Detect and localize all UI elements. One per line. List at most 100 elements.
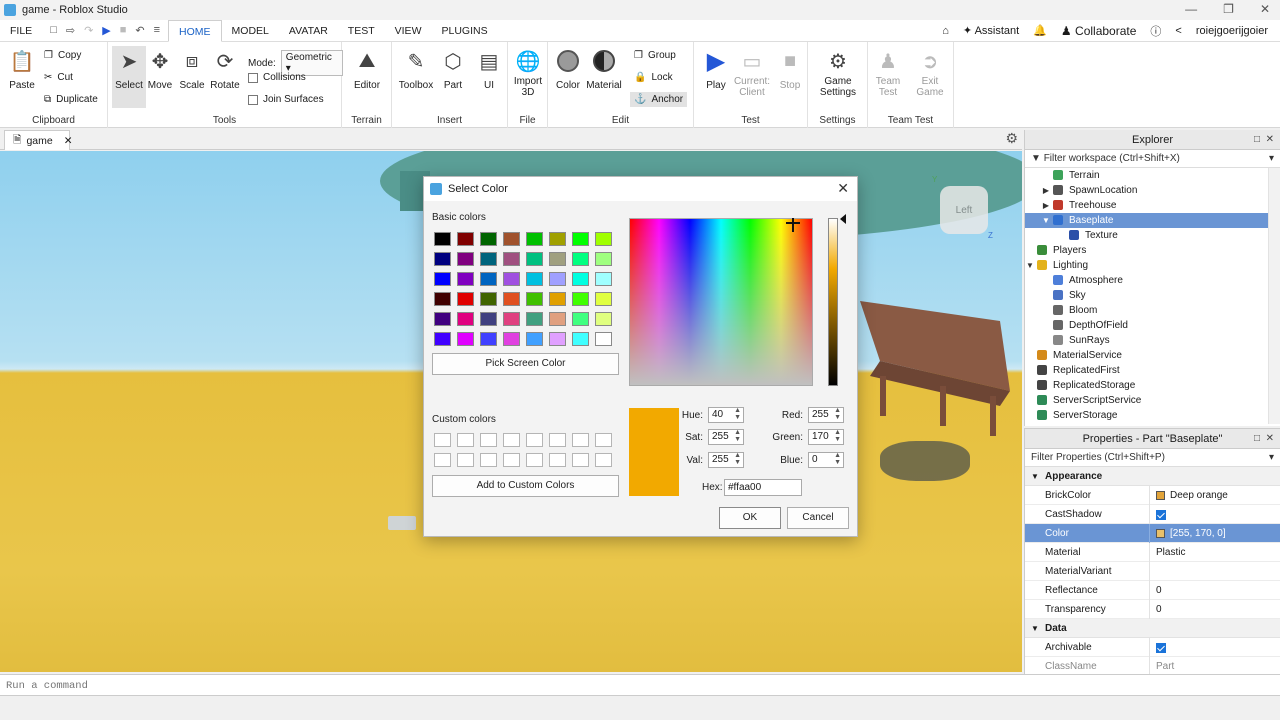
menu-model[interactable]: MODEL: [222, 20, 279, 42]
collisions-toggle[interactable]: Collisions: [248, 72, 306, 83]
basic-color-swatch[interactable]: [434, 252, 451, 266]
color-button[interactable]: Color: [548, 48, 588, 91]
prop-reflectance[interactable]: Reflectance 0: [1025, 581, 1280, 600]
spin-arrows-icon[interactable]: ▲ ▼: [734, 429, 741, 443]
spin-arrows-icon[interactable]: ▲ ▼: [734, 407, 741, 421]
basic-color-swatch[interactable]: [572, 252, 589, 266]
basic-color-swatch[interactable]: [572, 312, 589, 326]
castshadow-checkbox[interactable]: [1156, 509, 1166, 520]
basic-color-swatch[interactable]: [434, 332, 451, 346]
basic-color-swatch[interactable]: [572, 292, 589, 306]
close-icon[interactable]: ✕: [1266, 433, 1274, 444]
part-button[interactable]: ⬡ Part: [433, 48, 473, 92]
basic-color-swatch[interactable]: [480, 312, 497, 326]
custom-color-slot[interactable]: [549, 433, 566, 447]
menu-home[interactable]: HOME: [168, 19, 222, 42]
explorer-item[interactable]: Terrain: [1025, 168, 1280, 183]
menu-plugins[interactable]: PLUGINS: [431, 20, 497, 42]
copy-button[interactable]: ❐ Copy: [44, 50, 81, 61]
val-input[interactable]: 255 ▲ ▼: [708, 452, 744, 468]
custom-color-slot[interactable]: [480, 433, 497, 447]
add-to-custom-colors-button[interactable]: Add to Custom Colors: [432, 475, 619, 497]
tab-game[interactable]: 🗎 game ✕: [4, 130, 73, 150]
basic-color-swatch[interactable]: [549, 272, 566, 286]
explorer-item[interactable]: MaterialService: [1025, 348, 1280, 363]
home-icon[interactable]: ⌂: [942, 25, 949, 37]
green-input[interactable]: 170 ▲ ▼: [808, 429, 844, 445]
custom-color-slot[interactable]: [457, 453, 474, 467]
basic-color-swatch[interactable]: [572, 332, 589, 346]
new-file-icon[interactable]: □: [50, 24, 57, 37]
explorer-item[interactable]: ServerScriptService: [1025, 393, 1280, 408]
explorer-item[interactable]: ▶ Treehouse: [1025, 198, 1280, 213]
notifications-icon[interactable]: 🔔: [1033, 24, 1047, 37]
explorer-item[interactable]: ▼ Lighting: [1025, 258, 1280, 273]
spin-arrows-icon[interactable]: ▲ ▼: [734, 452, 741, 466]
ok-button[interactable]: OK: [719, 507, 781, 529]
pick-screen-color-button[interactable]: Pick Screen Color: [432, 353, 619, 375]
basic-color-swatch[interactable]: [457, 252, 474, 266]
sat-input[interactable]: 255 ▲ ▼: [708, 429, 744, 445]
undock-icon[interactable]: □: [1254, 433, 1260, 444]
basic-color-swatch[interactable]: [526, 332, 543, 346]
basic-color-swatch[interactable]: [595, 312, 612, 326]
custom-color-slot[interactable]: [503, 433, 520, 447]
prop-materialvariant[interactable]: MaterialVariant: [1025, 562, 1280, 581]
basic-color-swatch[interactable]: [549, 292, 566, 306]
terrain-editor-button[interactable]: ⛰ Editor: [347, 48, 387, 92]
duplicate-button[interactable]: ⧉ Duplicate: [44, 94, 98, 105]
prop-material[interactable]: Material Plastic: [1025, 543, 1280, 562]
prop-color[interactable]: Color [255, 170, 0]: [1025, 524, 1280, 543]
tab-close-icon[interactable]: ✕: [64, 135, 73, 147]
basic-color-swatch[interactable]: [595, 252, 612, 266]
custom-color-slot[interactable]: [503, 453, 520, 467]
ui-button[interactable]: ▤ UI: [469, 48, 509, 92]
custom-color-slot[interactable]: [457, 433, 474, 447]
prop-classname[interactable]: ClassName Part: [1025, 657, 1280, 674]
prop-transparency[interactable]: Transparency 0: [1025, 600, 1280, 619]
basic-color-swatch[interactable]: [526, 292, 543, 306]
custom-color-slot[interactable]: [434, 433, 451, 447]
luminance-slider[interactable]: [828, 218, 838, 386]
spin-arrows-icon[interactable]: ▲ ▼: [834, 429, 841, 443]
basic-color-swatch[interactable]: [457, 312, 474, 326]
hex-input[interactable]: #ffaa00: [724, 479, 802, 496]
basic-color-swatch[interactable]: [503, 252, 520, 266]
basic-color-swatch[interactable]: [595, 292, 612, 306]
user-name[interactable]: roiejgoerijgoier: [1196, 25, 1268, 37]
prop-castshadow[interactable]: CastShadow: [1025, 505, 1280, 524]
basic-color-swatch[interactable]: [457, 232, 474, 246]
explorer-item[interactable]: ServerStorage: [1025, 408, 1280, 423]
basic-color-swatch[interactable]: [572, 272, 589, 286]
category-appearance[interactable]: ▼ Appearance: [1025, 467, 1280, 486]
spawn-location-pad[interactable]: [388, 516, 416, 530]
paste-button[interactable]: 📋 Paste: [2, 48, 42, 92]
quick-play-icon[interactable]: ▶: [102, 24, 110, 37]
spin-arrows-icon[interactable]: ▲ ▼: [834, 452, 841, 466]
quick-access-dropdown-icon[interactable]: ≡: [154, 24, 160, 37]
basic-color-swatch[interactable]: [503, 292, 520, 306]
menu-view[interactable]: VIEW: [385, 20, 432, 42]
assistant-button[interactable]: ✦ Assistant: [963, 24, 1019, 37]
explorer-item[interactable]: DepthOfField: [1025, 318, 1280, 333]
basic-color-swatch[interactable]: [549, 312, 566, 326]
join-surfaces-checkbox[interactable]: [248, 94, 258, 105]
explorer-item[interactable]: ▶ SpawnLocation: [1025, 183, 1280, 198]
basic-color-swatch[interactable]: [480, 332, 497, 346]
basic-color-swatch[interactable]: [480, 252, 497, 266]
prop-brickcolor[interactable]: BrickColor Deep orange: [1025, 486, 1280, 505]
expand-arrow-icon[interactable]: ▶: [1041, 198, 1051, 213]
lock-button[interactable]: 🔒 Lock: [634, 72, 673, 83]
anchor-button[interactable]: ⚓ Anchor: [630, 92, 688, 107]
expand-arrow-icon[interactable]: ▼: [1025, 258, 1035, 273]
explorer-item[interactable]: Bloom: [1025, 303, 1280, 318]
basic-color-swatch[interactable]: [595, 272, 612, 286]
luminance-slider-arrow-icon[interactable]: [840, 214, 846, 224]
explorer-item[interactable]: Texture: [1025, 228, 1280, 243]
hue-saturation-spectrum[interactable]: [629, 218, 813, 386]
basic-color-swatch[interactable]: [503, 272, 520, 286]
group-button[interactable]: ❐ Group: [634, 50, 676, 61]
hue-input[interactable]: 40 ▲ ▼: [708, 407, 744, 423]
custom-color-slot[interactable]: [526, 453, 543, 467]
menu-file[interactable]: FILE: [0, 20, 42, 42]
